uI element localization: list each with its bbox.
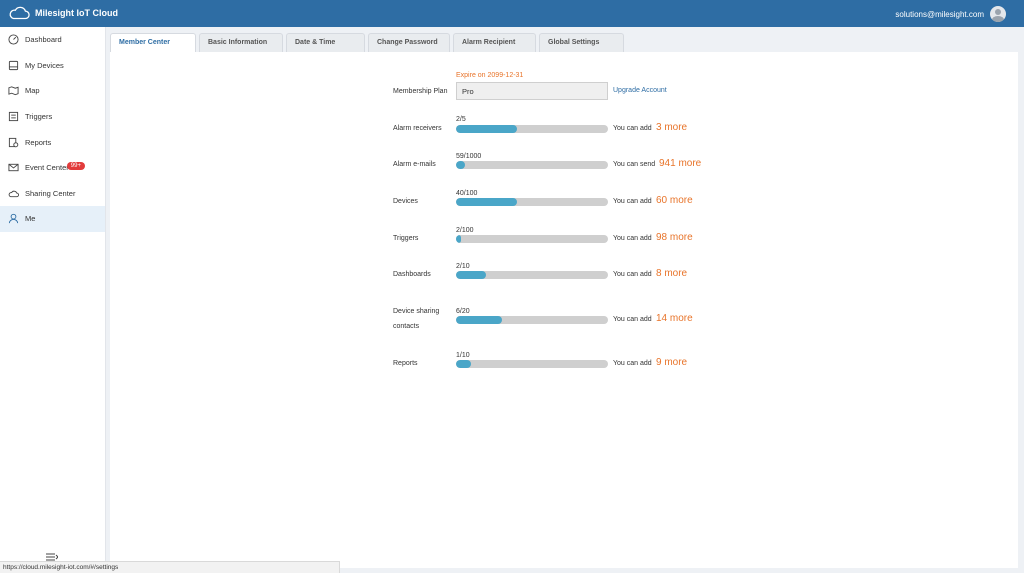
app-logo[interactable]: Milesight IoT Cloud <box>8 6 118 20</box>
sidebar-item-my-devices[interactable]: My Devices <box>0 53 105 79</box>
sidebar: Dashboard My Devices Map Triggers Report… <box>0 27 106 573</box>
quota-ratio: 2/100 <box>456 227 474 234</box>
quota-hint: You can add <box>613 271 652 278</box>
quota-ratio: 1/10 <box>456 352 470 359</box>
top-header: Milesight IoT Cloud solutions@milesight.… <box>0 0 1024 27</box>
sidebar-item-reports[interactable]: Reports <box>0 129 105 155</box>
quota-more: 3 more <box>656 122 688 133</box>
quota-bar <box>456 125 608 133</box>
quota-ratio: 2/10 <box>456 263 470 270</box>
quota-label-device-sharing-contacts: contacts <box>393 323 420 330</box>
devices-icon <box>8 60 19 70</box>
sidebar-item-label: Sharing Center <box>25 188 76 198</box>
collapse-menu-icon[interactable] <box>46 553 58 561</box>
sidebar-item-dashboard[interactable]: Dashboard <box>0 27 105 53</box>
quota-ratio: 59/1000 <box>456 153 482 160</box>
user-email[interactable]: solutions@milesight.com <box>895 10 984 19</box>
tab-date-time[interactable]: Date & Time <box>286 33 365 52</box>
quota-bar <box>456 198 608 206</box>
quota-bar-fill <box>456 360 472 368</box>
tab-basic-information[interactable]: Basic Information <box>199 33 283 52</box>
quota-bar-fill <box>456 161 465 169</box>
sidebar-item-label: Triggers <box>25 112 53 122</box>
sidebar-item-label: My Devices <box>25 60 64 70</box>
quota-label-alarm-receivers: Alarm receivers <box>393 125 442 132</box>
user-menu[interactable]: solutions@milesight.com <box>895 6 1006 22</box>
quota-more: 941 more <box>659 158 702 169</box>
quota-ratio: 40/100 <box>456 190 478 197</box>
quota-more: 8 more <box>656 268 688 279</box>
quota-label-reports: Reports <box>393 360 418 367</box>
quota-bar-fill <box>456 198 517 206</box>
tab-change-password[interactable]: Change Password <box>368 33 450 52</box>
tab-global-settings[interactable]: Global Settings <box>539 33 624 52</box>
quota-more: 9 more <box>656 357 688 368</box>
sidebar-item-me[interactable]: Me <box>0 206 105 232</box>
settings-tabs: Member Center Basic Information Date & T… <box>110 33 627 52</box>
sidebar-item-map[interactable]: Map <box>0 78 105 104</box>
cloud-logo-icon <box>9 6 30 20</box>
quota-more: 60 more <box>656 195 693 206</box>
quota-bar <box>456 235 608 243</box>
quota-bar-fill <box>456 316 502 324</box>
quota-bar-fill <box>456 271 487 279</box>
quota-bar-fill <box>456 235 461 243</box>
app-title: Milesight IoT Cloud <box>35 8 118 18</box>
quota-hint: You can add <box>613 360 652 367</box>
quota-ratio: 2/5 <box>456 116 466 123</box>
dashboard-icon <box>8 34 19 45</box>
quota-ratio: 6/20 <box>456 308 470 315</box>
tab-alarm-recipient[interactable]: Alarm Recipient <box>453 33 536 52</box>
sidebar-item-event-center[interactable]: Event Center 99+ <box>0 155 105 181</box>
quota-label-triggers: Triggers <box>393 235 419 242</box>
membership-plan-field: Pro <box>456 82 608 100</box>
quota-bar <box>456 316 608 324</box>
expire-date: Expire on 2099-12-31 <box>456 72 524 79</box>
quota-bar <box>456 271 608 279</box>
quota-hint: You can send <box>613 161 656 168</box>
map-icon <box>8 86 19 96</box>
membership-plan-label: Membership Plan <box>393 88 448 95</box>
sidebar-item-label: Map <box>25 86 40 96</box>
upgrade-account-link[interactable]: Upgrade Account <box>613 87 667 94</box>
sidebar-item-label: Dashboard <box>25 35 62 45</box>
quota-label-devices: Devices <box>393 198 418 205</box>
quota-label-device-sharing: Device sharing <box>393 308 440 315</box>
quota-more: 98 more <box>656 232 693 243</box>
reports-icon <box>8 137 19 147</box>
sidebar-item-label: Me <box>25 214 36 224</box>
quota-bar <box>456 161 608 169</box>
quota-more: 14 more <box>656 313 693 324</box>
quota-hint: You can add <box>613 235 652 242</box>
quota-hint: You can add <box>613 198 652 205</box>
sidebar-item-label: Reports <box>25 137 52 147</box>
avatar[interactable] <box>990 6 1006 22</box>
quota-label-alarm-emails: Alarm e-mails <box>393 161 436 168</box>
member-center-panel: Expire on 2099-12-31 Membership Plan Pro… <box>110 52 1018 568</box>
triggers-icon <box>8 111 19 122</box>
sidebar-item-sharing-center[interactable]: Sharing Center <box>0 181 105 207</box>
sidebar-item-triggers[interactable]: Triggers <box>0 104 105 130</box>
status-bar-url: https://cloud.milesight-iot.com/#/settin… <box>0 561 340 573</box>
sidebar-item-label: Event Center <box>25 163 69 173</box>
quota-hint: You can add <box>613 316 652 323</box>
user-icon <box>8 214 19 224</box>
cloud-icon <box>8 190 19 198</box>
event-count-badge: 99+ <box>66 161 85 170</box>
mail-icon <box>8 164 19 172</box>
quota-bar-fill <box>456 125 517 133</box>
quota-bar <box>456 360 608 368</box>
tab-member-center[interactable]: Member Center <box>110 33 196 52</box>
quota-label-dashboards: Dashboards <box>393 271 431 278</box>
quota-hint: You can add <box>613 125 652 132</box>
